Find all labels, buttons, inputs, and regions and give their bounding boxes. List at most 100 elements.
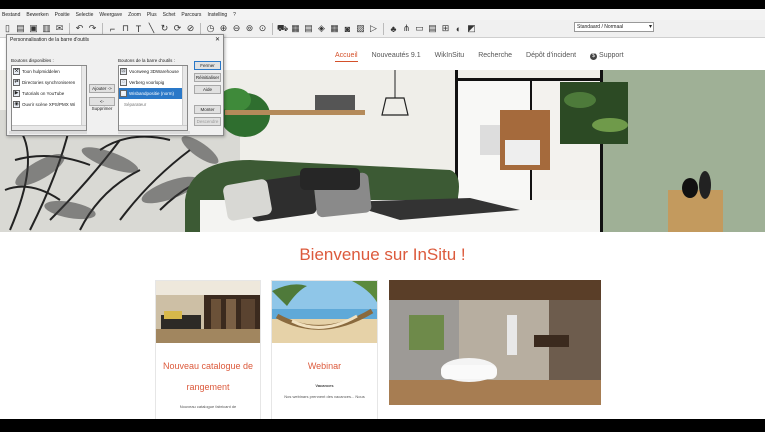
object-icon[interactable]: ◈ <box>316 23 327 34</box>
open-folder-icon[interactable]: ▤ <box>15 23 26 34</box>
menu-position[interactable]: Positie <box>55 12 70 18</box>
menu-selection[interactable]: Selectie <box>76 12 94 18</box>
nav-wiki[interactable]: WikInSitu <box>435 52 465 62</box>
menu-plus[interactable]: Plus <box>147 12 157 18</box>
undo-icon[interactable]: ↶ <box>74 23 85 34</box>
wall-icon[interactable]: ⌐ <box>107 23 118 34</box>
nav-whats-new[interactable]: Nouveautés 9.1 <box>372 52 421 62</box>
menu-edit[interactable]: Bewerken <box>26 12 48 18</box>
gallery-icon[interactable]: ⊞ <box>440 23 451 34</box>
menu-zoom[interactable]: Zoom <box>128 12 141 18</box>
menu-route[interactable]: Parcours <box>181 12 201 18</box>
nav-search[interactable]: Recherche <box>478 52 512 62</box>
reset-button[interactable]: Réinitialiser <box>194 73 221 82</box>
table-icon[interactable]: ▦ <box>329 23 340 34</box>
warehouse-icon: ⊡ <box>120 68 127 75</box>
vertical-scrollbar[interactable] <box>182 66 187 130</box>
list-item-label: Tutorials on YouTube <box>22 91 65 96</box>
available-buttons-label: Boutons disponibles : <box>11 58 54 63</box>
text-icon[interactable]: T <box>133 23 144 34</box>
site-navigation: Accueil Nouveautés 9.1 WikInSitu Recherc… <box>335 52 624 62</box>
menubar: Bestand Bewerken Positie Selectie Weerga… <box>0 9 765 20</box>
window-icon[interactable]: ▭ <box>414 23 425 34</box>
mail-icon[interactable]: ✉ <box>54 23 65 34</box>
zoom-window-icon[interactable]: ⊙ <box>257 23 268 34</box>
palette-icon[interactable]: ◐ <box>453 23 464 34</box>
zoom-fit-icon[interactable]: ⊚ <box>244 23 255 34</box>
print-icon[interactable]: ▥ <box>41 23 52 34</box>
door-icon[interactable]: ⊓ <box>120 23 131 34</box>
list-item-selected[interactable]: ≡ Wisbandpositie (norm) <box>119 88 187 99</box>
cart-icon[interactable]: ⛟ <box>277 23 288 34</box>
card-subtitle: Vacances <box>315 383 334 388</box>
menu-sketch[interactable]: Schet <box>163 12 176 18</box>
available-buttons-list[interactable]: ⚒ Toon hulpmiddelen ⇄ Directories synchron… <box>11 65 87 131</box>
hierarchy-icon[interactable]: ⋔ <box>401 23 412 34</box>
close-icon[interactable]: ✕ <box>215 36 220 43</box>
help-button[interactable]: Aide <box>194 85 221 94</box>
support-icon: $ <box>590 53 598 60</box>
toolbar-buttons-list[interactable]: ⊡ Voorweeg 3DWarehouse ◌ Verberg voorlopig… <box>118 65 188 131</box>
close-button[interactable]: Fermer <box>194 61 221 70</box>
list-item[interactable]: ◌ Verberg voorlopig <box>119 77 187 88</box>
vertical-scrollbar[interactable] <box>81 66 86 130</box>
menu-file[interactable]: Bestand <box>2 12 20 18</box>
dialog-scrollbar <box>9 131 221 134</box>
list-item[interactable]: ⊡ Voorweeg 3DWarehouse <box>119 66 187 77</box>
add-button[interactable]: Ajouter -> <box>89 84 115 93</box>
redo-icon[interactable]: ↷ <box>87 23 98 34</box>
list-item[interactable]: ⚒ Toon hulpmiddelen <box>12 66 86 77</box>
nav-incident[interactable]: Dépôt d'incident <box>526 52 576 62</box>
catalog-icon[interactable]: ▤ <box>303 23 314 34</box>
list-item-label: Voorweeg 3DWarehouse <box>129 69 179 74</box>
toolbar-separator <box>102 22 103 35</box>
youtube-icon: ▶ <box>13 90 20 97</box>
new-file-icon[interactable]: ▯ <box>2 23 13 34</box>
view-mode-select[interactable]: Standaard / Normaal ▾ <box>574 22 654 32</box>
nav-home[interactable]: Accueil <box>335 52 358 62</box>
list-item[interactable]: ⇄ Directories synchroniseren <box>12 77 86 88</box>
image-icon[interactable]: ▨ <box>355 23 366 34</box>
video-icon[interactable]: ▷ <box>368 23 379 34</box>
nav-support[interactable]: $ Support <box>590 52 624 62</box>
card-text: Nos webinars prennent des vacances... No… <box>284 394 365 399</box>
zoom-in-icon[interactable]: ⊕ <box>218 23 229 34</box>
list-item-label: Séparateur <box>124 102 147 107</box>
list-item[interactable]: ◉ Ouvrir scène XPS/PMX Wi <box>12 99 86 110</box>
camera-icon[interactable]: ◙ <box>342 23 353 34</box>
list-item[interactable]: Séparateur <box>119 99 187 110</box>
report-icon[interactable]: ▦ <box>290 23 301 34</box>
panel-icon[interactable]: ▤ <box>427 23 438 34</box>
rotate-icon[interactable]: ↻ <box>159 23 170 34</box>
chevron-down-icon: ▾ <box>648 24 652 30</box>
line-icon[interactable]: ╲ <box>146 23 157 34</box>
menu-settings[interactable]: Instelling <box>207 12 227 18</box>
layers-icon[interactable]: ◩ <box>466 23 477 34</box>
card-title[interactable]: Webinar <box>272 356 377 377</box>
list-item-label: Ouvrir scène XPS/PMX Wi <box>22 102 76 107</box>
nav-support-label: Support <box>599 52 624 59</box>
save-icon[interactable]: ▣ <box>28 23 39 34</box>
list-item-label: Directories synchroniseren <box>22 80 76 85</box>
horizontal-scrollbar[interactable] <box>119 125 187 130</box>
bathroom-image <box>389 280 601 405</box>
clock-icon[interactable]: ◷ <box>205 23 216 34</box>
featured-image[interactable] <box>389 280 601 405</box>
menu-help[interactable]: ? <box>233 12 236 18</box>
zoom-out-icon[interactable]: ⊖ <box>231 23 242 34</box>
list-item-label: Wisbandpositie (norm) <box>129 91 175 96</box>
horizontal-scrollbar[interactable] <box>12 125 86 130</box>
tree-icon[interactable]: ♣ <box>388 23 399 34</box>
list-item[interactable]: ▶ Tutorials on YouTube <box>12 88 86 99</box>
card-title[interactable]: Nouveau catalogue de rangement <box>156 356 260 398</box>
news-card[interactable]: Webinar Vacances Nos webinars prennent d… <box>271 280 378 419</box>
remove-button[interactable]: <- Supprimer <box>89 97 115 111</box>
reload-icon[interactable]: ⟳ <box>172 23 183 34</box>
globe-icon: ◉ <box>13 101 20 108</box>
toolbar-separator <box>272 22 273 35</box>
news-card[interactable]: Nouveau catalogue de rangement Nouveau c… <box>155 280 261 419</box>
move-up-button[interactable]: Monter <box>194 105 221 114</box>
menu-view[interactable]: Weergave <box>99 12 122 18</box>
app-window: Bestand Bewerken Positie Selectie Weerga… <box>0 9 765 419</box>
measure-icon[interactable]: ⊘ <box>185 23 196 34</box>
